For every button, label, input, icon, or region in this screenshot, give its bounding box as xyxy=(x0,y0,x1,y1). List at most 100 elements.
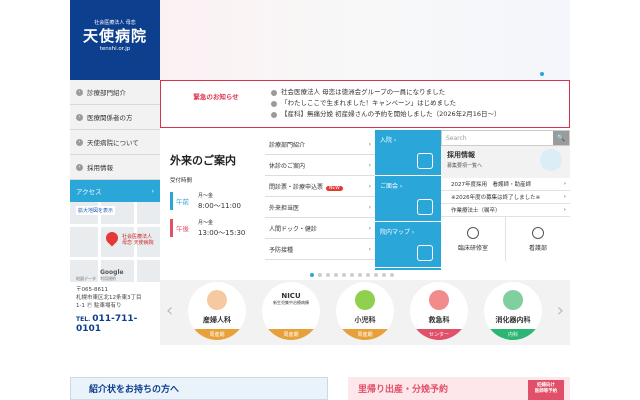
floormap-link[interactable]: 院内マップ › xyxy=(375,222,441,268)
recruit-item[interactable]: 作業療法士（嘱卒） › xyxy=(441,204,570,217)
dept-nicu[interactable]: NICU 新生児集中治療病棟 周産期 xyxy=(262,282,320,340)
chevron-right-icon: › xyxy=(368,161,371,169)
visit-link[interactable]: ご面会 › xyxy=(375,176,441,222)
map-pin-icon xyxy=(103,229,121,247)
chevron-right-icon: › xyxy=(76,113,83,121)
address-line-2: 1-1 Ⓟ 駐車場有り xyxy=(76,303,122,309)
referral-banner[interactable]: 紹介状をお持ちの方へ xyxy=(70,377,328,400)
chevron-right-icon: › xyxy=(368,140,371,148)
map-data-link[interactable]: 地図データ 利用規約 xyxy=(76,276,116,282)
logo-org: 社会医療法人 母恋 xyxy=(94,20,136,26)
hero-indicator[interactable] xyxy=(540,72,544,76)
dept-obstetrics[interactable]: 産婦人科 周産期 xyxy=(188,282,246,340)
bullet-icon xyxy=(271,111,277,118)
google-logo: Google xyxy=(100,269,124,276)
chevron-right-icon: › xyxy=(563,181,566,187)
recruit-header[interactable]: 採用情報 募集要項一覧へ xyxy=(441,146,570,178)
carousel-dot[interactable] xyxy=(382,273,386,277)
patient-links: 入院 › ご面会 › 院内マップ › xyxy=(375,130,441,270)
carousel-dot[interactable] xyxy=(358,273,362,277)
nurse-icon xyxy=(532,226,544,239)
maternity-badge: 妊婦向け 医師等予約 xyxy=(528,380,564,400)
chevron-right-icon: › xyxy=(76,88,83,96)
hours-label: 受付時間 xyxy=(170,178,193,184)
maternity-banner[interactable]: 里帰り出産・分娩予約 妊婦向け 医師等予約 xyxy=(348,377,570,400)
outpatient-panel: 外来のご案内 受付時間 午前 月～金 8:00～11:00 午後 月～金 13:00… xyxy=(160,130,265,270)
carousel-dot[interactable] xyxy=(310,273,314,277)
notice-item[interactable]: 社会医療法人 母恋は徳洲会グループの一員になりました xyxy=(271,87,501,98)
access-header[interactable]: アクセス › xyxy=(70,180,160,202)
pm-hours: 午後 月～金 13:00～15:30 xyxy=(170,217,265,238)
carousel-prev-icon[interactable]: ‹ xyxy=(166,300,173,321)
dept-pediatrics[interactable]: 小児科 周産期 xyxy=(336,282,394,340)
menu-item-forms[interactable]: 問診票・診療申込票 NEW › xyxy=(265,176,375,197)
notice-item[interactable]: 【産科】無痛分娩 初産婦さんの予約を開始しました（2026年2月16日～） xyxy=(271,109,501,120)
dept-gastro[interactable]: 消化器内科 内科 xyxy=(484,282,542,340)
carousel-next-icon[interactable]: › xyxy=(557,300,564,321)
chevron-right-icon: › xyxy=(368,224,371,232)
carousel-dots xyxy=(310,273,394,277)
chevron-right-icon: › xyxy=(151,187,154,195)
carousel-dot[interactable] xyxy=(374,273,378,277)
recruit-item[interactable]: ※2026年度の募集は終了しました※ › xyxy=(441,191,570,204)
sidebar-item-recruit[interactable]: › 採用情報 xyxy=(70,155,160,180)
nursing-button[interactable]: 看護部 xyxy=(506,217,570,261)
sidebar-item-medical-professionals[interactable]: › 医療関係者の方 xyxy=(70,105,160,130)
phone-number[interactable]: TEL. 011-711-0101 xyxy=(70,314,160,334)
menu-item-vaccination[interactable]: 予防接種 › xyxy=(265,239,375,260)
department-carousel: ‹ 産婦人科 周産期 NICU 新生児集中治療病棟 周産期 小児科 周産期 救急… xyxy=(160,280,570,345)
carousel-dot[interactable] xyxy=(326,273,330,277)
notice-list: 社会医療法人 母恋は徳洲会グループの一員になりました 「わたしここで生まれました… xyxy=(271,81,501,127)
menu-item-doctors[interactable]: 外来担当医 › xyxy=(265,197,375,218)
carousel-dot[interactable] xyxy=(350,273,354,277)
map-road xyxy=(70,257,160,260)
clinical-training-button[interactable]: 臨床研修室 xyxy=(441,217,506,261)
sidebar-item-about[interactable]: › 天使病院について xyxy=(70,130,160,155)
dept-emergency[interactable]: 救急科 センター xyxy=(410,282,468,340)
bullet-icon xyxy=(271,100,277,107)
outpatient-menu: 診療部門紹介 › 休診のご案内 › 問診票・診療申込票 NEW › 外来担当医 › 人間ド… xyxy=(265,134,375,260)
access-label: アクセス xyxy=(76,188,102,196)
sidebar-item-departments[interactable]: › 診療部門紹介 xyxy=(70,80,160,105)
chevron-right-icon: › xyxy=(563,207,566,213)
notice-item[interactable]: 「わたしここで生まれました！キャンペーン」はじめました xyxy=(271,98,501,109)
notice-title: 緊急のお知らせ xyxy=(193,93,239,101)
sidebar-item-label: 天使病院について xyxy=(87,139,139,147)
address-line: 札幌市東区北12条東3丁目 xyxy=(76,295,142,301)
visitors-icon xyxy=(417,199,433,215)
sidebar: 社会医療法人 母恋 天使病院 tenshi.or.jp › 診療部門紹介 › 医… xyxy=(70,0,160,400)
menu-item-departments[interactable]: 診療部門紹介 › xyxy=(265,134,375,155)
carousel-dot[interactable] xyxy=(342,273,346,277)
search-box[interactable]: Search 🔍 xyxy=(441,130,570,146)
am-hours: 午前 月～金 8:00～11:00 xyxy=(170,190,265,211)
carousel-dot[interactable] xyxy=(334,273,338,277)
carousel-dot[interactable] xyxy=(318,273,322,277)
recruit-buttons: 臨床研修室 看護部 xyxy=(441,217,570,261)
address: 〒065-8611 札幌市東区北12条東3丁目 1-1 Ⓟ 駐車場有り xyxy=(70,282,160,314)
carousel-dot[interactable] xyxy=(390,273,394,277)
search-icon[interactable]: 🔍 xyxy=(553,131,569,145)
hero-image xyxy=(160,0,570,80)
chevron-right-icon: › xyxy=(76,138,83,146)
chevron-right-icon: › xyxy=(368,182,371,190)
stomach-icon xyxy=(503,290,523,310)
menu-item-closures[interactable]: 休診のご案内 › xyxy=(265,155,375,176)
sidebar-item-label: 診療部門紹介 xyxy=(87,89,126,97)
recruit-item[interactable]: 2027年度採用 看護師・助産師 › xyxy=(441,178,570,191)
chevron-right-icon: › xyxy=(368,245,371,253)
pregnant-icon xyxy=(207,290,227,310)
access-map[interactable]: 拡大地図を表示 社会医療法人 母恋 天使病院 Google 地図データ 利用規約 xyxy=(70,202,160,282)
hospital-logo[interactable]: 社会医療法人 母恋 天使病院 tenshi.or.jp xyxy=(70,0,160,80)
outpatient-title: 外来のご案内 xyxy=(170,154,236,167)
admission-link[interactable]: 入院 › xyxy=(375,130,441,176)
chevron-right-icon: › xyxy=(368,203,371,211)
carousel-dot[interactable] xyxy=(366,273,370,277)
parking-icon: Ⓟ xyxy=(86,303,93,309)
bullet-icon xyxy=(271,89,277,96)
menu-item-checkup[interactable]: 人間ドック・健診 › xyxy=(265,218,375,239)
ambulance-icon xyxy=(429,290,449,310)
map-enlarge-link[interactable]: 拡大地図を表示 xyxy=(76,206,116,215)
sidebar-item-label: 医療関係者の方 xyxy=(87,114,133,122)
search-input[interactable]: Search xyxy=(446,135,467,142)
bed-icon xyxy=(417,153,433,169)
